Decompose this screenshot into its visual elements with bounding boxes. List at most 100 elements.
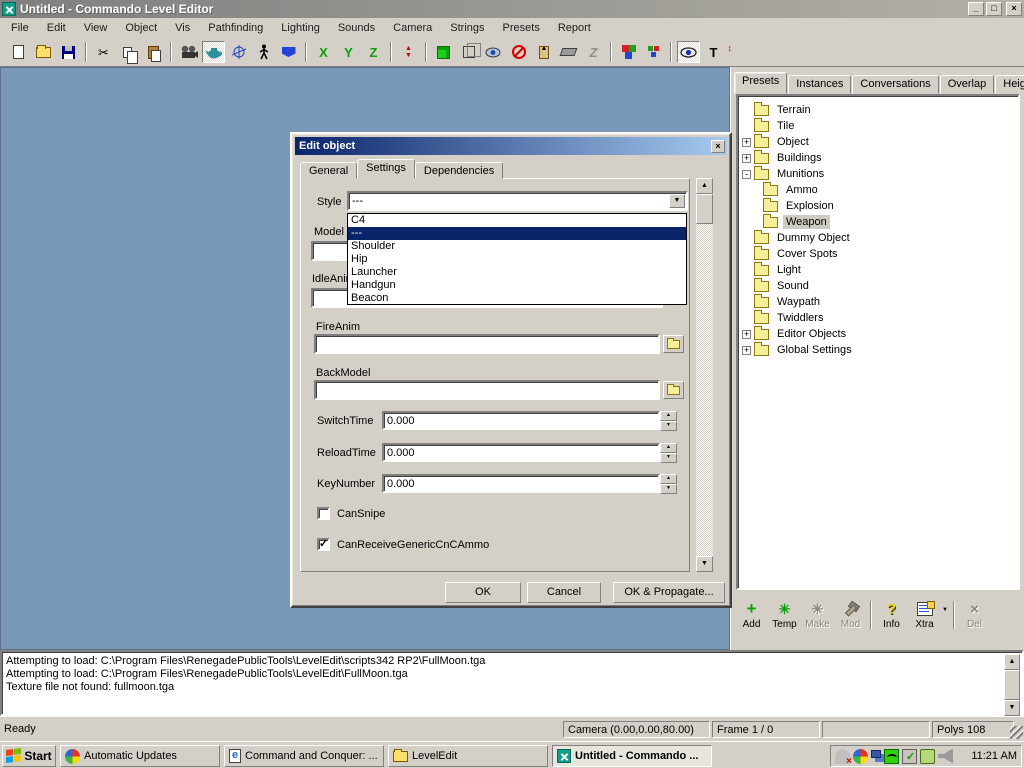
visibility-eye-icon[interactable] <box>482 41 505 63</box>
dialog-close-button[interactable]: × <box>711 140 725 153</box>
menu-edit[interactable]: Edit <box>38 19 75 37</box>
start-button[interactable]: Start <box>2 745 56 767</box>
temp-button[interactable]: ✳Temp <box>768 599 801 630</box>
new-document-icon[interactable] <box>7 41 30 63</box>
dialog-scrollbar[interactable]: ▲ ▼ <box>696 178 713 572</box>
spin-up-icon[interactable]: ▲ <box>660 474 677 484</box>
tree-item-munitions[interactable]: -Munitions <box>742 166 1016 182</box>
paste-icon[interactable] <box>142 41 165 63</box>
backmodel-browse-button[interactable] <box>663 381 684 399</box>
rgb-cubes-icon[interactable] <box>617 41 640 63</box>
network-icon[interactable] <box>871 750 881 758</box>
tree-item-sound[interactable]: Sound <box>742 278 1016 294</box>
backmodel-field[interactable] <box>314 380 660 400</box>
menu-object[interactable]: Object <box>116 19 166 37</box>
menu-presets[interactable]: Presets <box>494 19 549 37</box>
tab-settings[interactable]: Settings <box>357 159 415 179</box>
axis-x-icon[interactable]: X <box>312 41 335 63</box>
save-icon[interactable] <box>57 41 80 63</box>
option-shoulder[interactable]: Shoulder <box>348 240 686 253</box>
tree-item-object[interactable]: +Object <box>742 134 1016 150</box>
menu-file[interactable]: File <box>2 19 38 37</box>
flag-icon[interactable] <box>277 41 300 63</box>
tab-overlap[interactable]: Overlap <box>940 75 995 94</box>
move-vertical-icon[interactable]: ▲▼ <box>397 41 420 63</box>
scrollbar-track[interactable] <box>696 224 713 556</box>
volume-icon[interactable] <box>938 749 953 764</box>
axis-z-icon[interactable]: Z <box>362 41 385 63</box>
switchtime-field[interactable]: 0.000 <box>382 411 660 430</box>
spin-down-icon[interactable]: ▼ <box>660 421 677 431</box>
switchtime-spinner[interactable]: ▲▼ <box>660 411 677 431</box>
wireless-signal-icon[interactable] <box>884 749 899 764</box>
task-leveledit-folder[interactable]: LevelEdit <box>388 745 548 767</box>
option-c4[interactable]: C4 <box>348 214 686 227</box>
ok-button[interactable]: OK <box>445 582 521 603</box>
text-tool-icon[interactable]: T <box>702 41 725 63</box>
info-button[interactable]: ?Info <box>875 599 908 630</box>
fireanim-field[interactable] <box>314 334 660 354</box>
movie-camera-icon[interactable] <box>177 41 200 63</box>
scrollbar-thumb[interactable] <box>696 194 713 224</box>
cut-icon[interactable]: ✂ <box>92 41 115 63</box>
del-button[interactable]: ×Del <box>958 599 991 630</box>
menu-camera[interactable]: Camera <box>384 19 441 37</box>
copy-icon[interactable] <box>117 41 140 63</box>
keynumber-field[interactable]: 0.000 <box>382 474 660 493</box>
maximize-button[interactable]: □ <box>986 2 1002 16</box>
tree-item-global-settings[interactable]: +Global Settings <box>742 342 1016 358</box>
tree-item-tile[interactable]: Tile <box>742 118 1016 134</box>
tree-item-weapon[interactable]: Weapon <box>742 214 1016 230</box>
option-handgun[interactable]: Handgun <box>348 279 686 292</box>
axis-y-icon[interactable]: Y <box>337 41 360 63</box>
open-file-icon[interactable] <box>32 41 55 63</box>
no-entry-icon[interactable] <box>507 41 530 63</box>
tree-item-dummy-object[interactable]: Dummy Object <box>742 230 1016 246</box>
task-automatic-updates[interactable]: Automatic Updates <box>60 745 220 767</box>
scrollbar-thumb[interactable] <box>1004 670 1020 700</box>
task-commando-editor[interactable]: Untitled - Commando ... <box>552 745 712 767</box>
option-hip[interactable]: Hip <box>348 253 686 266</box>
fireanim-browse-button[interactable] <box>663 335 684 353</box>
solid-cube-icon[interactable] <box>432 41 455 63</box>
style-combobox[interactable]: --- ▼ <box>347 191 688 211</box>
resize-grip[interactable] <box>1010 726 1023 739</box>
reloadtime-spinner[interactable]: ▲▼ <box>660 443 677 463</box>
menu-strings[interactable]: Strings <box>441 19 493 37</box>
wire-cube-icon[interactable] <box>457 41 480 63</box>
tree-item-light[interactable]: Light <box>742 262 1016 278</box>
tree-item-ammo[interactable]: Ammo <box>742 182 1016 198</box>
xtra-button[interactable]: Xtra <box>908 599 941 630</box>
tree-item-twiddlers[interactable]: Twiddlers <box>742 310 1016 326</box>
cancel-button[interactable]: Cancel <box>527 582 601 603</box>
scroll-down-icon[interactable]: ▼ <box>1004 700 1020 716</box>
add-button[interactable]: +Add <box>735 599 768 630</box>
spin-down-icon[interactable]: ▼ <box>660 484 677 494</box>
menu-sounds[interactable]: Sounds <box>329 19 384 37</box>
scroll-up-icon[interactable]: ▲ <box>696 178 713 194</box>
cansnipe-checkbox[interactable] <box>317 507 330 520</box>
menu-lighting[interactable]: Lighting <box>272 19 329 37</box>
combo-dropdown-icon[interactable]: ▼ <box>669 194 685 208</box>
character-icon[interactable] <box>252 41 275 63</box>
tree-item-terrain[interactable]: Terrain <box>742 102 1016 118</box>
axis-gizmo-icon[interactable] <box>227 41 250 63</box>
tree-item-explosion[interactable]: Explosion <box>742 198 1016 214</box>
eye-toggle-icon[interactable] <box>677 41 700 63</box>
scroll-up-icon[interactable]: ▲ <box>1004 654 1020 670</box>
task-command-and-conquer[interactable]: Command and Conquer: ... <box>224 745 384 767</box>
tab-general[interactable]: General <box>300 162 357 179</box>
polygon-icon[interactable]: Z <box>582 41 605 63</box>
airbrush-icon[interactable] <box>557 41 580 63</box>
menu-report[interactable]: Report <box>549 19 600 37</box>
offline-user-icon[interactable] <box>835 749 850 764</box>
small-cubes-icon[interactable] <box>642 41 665 63</box>
menu-view[interactable]: View <box>75 19 117 37</box>
spin-up-icon[interactable]: ▲ <box>660 443 677 453</box>
tree-item-cover-spots[interactable]: Cover Spots <box>742 246 1016 262</box>
option-launcher[interactable]: Launcher <box>348 266 686 279</box>
tree-item-buildings[interactable]: +Buildings <box>742 150 1016 166</box>
reloadtime-field[interactable]: 0.000 <box>382 443 660 462</box>
menu-pathfinding[interactable]: Pathfinding <box>199 19 272 37</box>
canreceive-checkbox[interactable]: ✓ <box>317 538 330 551</box>
